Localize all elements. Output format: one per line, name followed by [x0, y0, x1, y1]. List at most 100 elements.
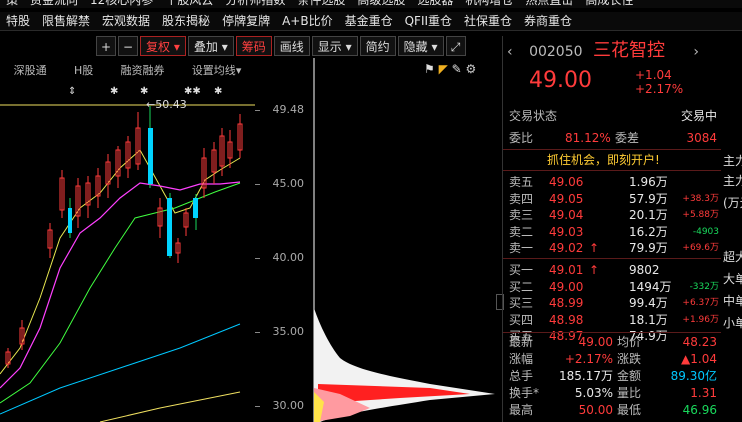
level-volume: 18.1万 — [629, 312, 668, 327]
bid-row[interactable]: 买二 49.00 1494万 -332万 — [503, 279, 721, 296]
trade-status-label: 交易状态 — [509, 109, 558, 123]
trade-status-row: 交易状态 交易中 — [503, 108, 721, 125]
top-menu-item[interactable]: 选股器 — [411, 0, 459, 8]
top-menu-item[interactable]: 高级选股 — [351, 0, 411, 8]
sub-menu-item[interactable]: 特股 — [0, 12, 36, 30]
draw-line-button[interactable]: 画线 — [273, 36, 310, 56]
stat-value: 5.03% — [574, 386, 613, 400]
sub-menu-item[interactable]: QFII重仓 — [399, 12, 458, 30]
top-menu-item[interactable]: 12核心内参 — [84, 0, 159, 8]
level-volume: 79.9万 — [629, 241, 668, 255]
ask-row[interactable]: 卖三 49.04 20.1万 +5.88万 — [503, 207, 721, 224]
top-menu-item[interactable]: 分析师指数 — [219, 0, 291, 8]
price-axis-label: 45.00 — [272, 177, 305, 190]
level-volume: 20.1万 — [629, 208, 668, 222]
candle — [148, 128, 153, 184]
simple-button[interactable]: 简约 — [359, 36, 396, 56]
hide-label: 隐藏 — [403, 40, 428, 54]
display-dropdown[interactable]: 显示 ▾ — [311, 36, 358, 56]
bid-row[interactable]: 买一 49.01 ↑ 9802 — [503, 262, 721, 279]
sub-menu-item[interactable]: 基金重仓 — [339, 12, 399, 30]
level-price: 49.01 — [549, 263, 584, 277]
bid-row[interactable]: 买三 48.99 99.4万 +6.37万 — [503, 295, 721, 312]
top-menu-item[interactable]: 资金流向 — [24, 0, 84, 8]
ma10-line — [0, 181, 241, 389]
zoom-in-button[interactable]: + — [96, 36, 116, 56]
change-pct: +2.17% — [635, 82, 684, 96]
sub-menu-item[interactable]: 停牌复牌 — [216, 12, 276, 30]
level-delta: -332万 — [689, 281, 719, 292]
promo-link[interactable]: 抓住机会，即刻开户! — [547, 152, 660, 169]
marker-icon: ⇕ — [68, 86, 76, 97]
stat-label: 最低 — [617, 403, 642, 417]
sub-menu-item[interactable]: 宏观数据 — [96, 12, 156, 30]
level-label: 买一 — [509, 263, 534, 277]
stat-value: +2.17% — [564, 352, 613, 366]
back-chevron-icon[interactable]: ‹ — [507, 44, 513, 60]
hide-dropdown[interactable]: 隐藏 ▾ — [397, 36, 444, 56]
zoom-out-button[interactable]: − — [118, 36, 138, 56]
bid-row[interactable]: 买四 48.98 18.1万 +1.96万 — [503, 312, 721, 329]
fuquan-label: 复权 — [146, 40, 171, 54]
level-volume: 57.9万 — [629, 191, 668, 206]
stats-row: 涨幅 +2.17% 涨跌 ▲1.04 — [503, 351, 721, 368]
chevron-down-icon: ▾ — [431, 40, 438, 54]
forward-chevron-icon[interactable]: › — [693, 44, 699, 60]
top-menu-item[interactable]: 高成长性 — [579, 0, 639, 8]
price-axis-label: 35.00 — [272, 325, 305, 338]
top-menu-item[interactable]: 机构增仓 — [459, 0, 519, 8]
overlay-dropdown[interactable]: 叠加 ▾ — [187, 36, 234, 56]
money-flow-label: 主力 — [723, 154, 742, 168]
top-menu-item[interactable]: 策 — [0, 0, 24, 8]
axis-tick — [255, 184, 260, 185]
price-axis-label: 30.00 — [272, 399, 305, 412]
stat-value: 49.00 — [578, 335, 613, 349]
marker-icon: ✱ — [140, 86, 148, 97]
level-label: 卖二 — [509, 224, 534, 239]
level-volume: 16.2万 — [629, 224, 668, 239]
kline-chart[interactable]: ⇕ ✱ ✱ ✱✱ ✱ ←50.43 — [0, 58, 255, 422]
sub-menu-item[interactable]: 券商重仓 — [518, 12, 578, 30]
sub-menu-item[interactable]: 股东揭秘 — [156, 12, 216, 30]
level-label: 卖三 — [509, 208, 534, 222]
ask-row[interactable]: 卖一 49.02 ↑ 79.9万 +69.6万 — [503, 240, 721, 257]
top-menu: 策资金流向 12核心内参 个股风云 分析师指数 条件选股 高级选股 选股器 机构增仓 热点直击高… — [0, 0, 742, 8]
marker-icon: ✱ — [214, 86, 222, 97]
stat-label: 涨跌 — [617, 352, 642, 366]
top-menu-item[interactable]: 热点直击 — [519, 0, 579, 8]
level-price: 49.00 — [549, 279, 584, 294]
fuquan-dropdown[interactable]: 复权 ▾ — [140, 36, 186, 56]
stat-label: 金额 — [617, 369, 642, 383]
expand-icon[interactable]: ⤢ — [445, 36, 466, 56]
ask-row[interactable]: 卖四 49.05 57.9万 +38.3万 — [503, 191, 721, 208]
level-label: 卖四 — [509, 191, 534, 206]
ma20-line — [0, 182, 241, 404]
level-delta: +1.96万 — [682, 314, 719, 325]
ask-row[interactable]: 卖五 49.06 1.96万 — [503, 174, 721, 191]
money-flow-label: 小单 — [723, 316, 742, 330]
level-price: 49.05 — [549, 191, 584, 206]
quote-panel: ‹ 002050 三花智控 › 49.00 +1.04 +2.17% 交易状态 … — [502, 36, 742, 422]
top-menu-item[interactable]: 条件选股 — [291, 0, 351, 8]
chips-button[interactable]: 筹码 — [235, 36, 272, 56]
ma30-line — [0, 323, 241, 415]
sub-menu-item[interactable]: 社保重仓 — [458, 12, 518, 30]
level-volume: 9802 — [629, 263, 660, 277]
stat-label: 换手* — [509, 386, 540, 400]
trade-status-value: 交易中 — [680, 109, 717, 123]
chevron-down-icon: ▾ — [345, 40, 352, 54]
up-arrow-icon: ↑ — [589, 241, 600, 255]
money-flow-label: (万元 — [723, 196, 742, 210]
sub-menu-item[interactable]: A+B比价 — [276, 12, 339, 30]
sub-menu-item[interactable]: 限售解禁 — [36, 12, 96, 30]
ask-row[interactable]: 卖二 49.03 16.2万 -4903 — [503, 224, 721, 241]
top-menu-item[interactable]: 个股风云 — [159, 0, 219, 8]
candles — [5, 106, 243, 368]
stock-code: 002050 — [529, 44, 583, 60]
marker-icon: ✱ — [110, 86, 118, 97]
candle — [193, 198, 198, 218]
price-axis: 49.48 45.00 40.00 35.00 30.00 — [255, 58, 310, 422]
chip-distribution — [313, 58, 495, 422]
stat-label: 最高 — [509, 403, 534, 417]
stat-value: 1.31 — [690, 386, 717, 400]
